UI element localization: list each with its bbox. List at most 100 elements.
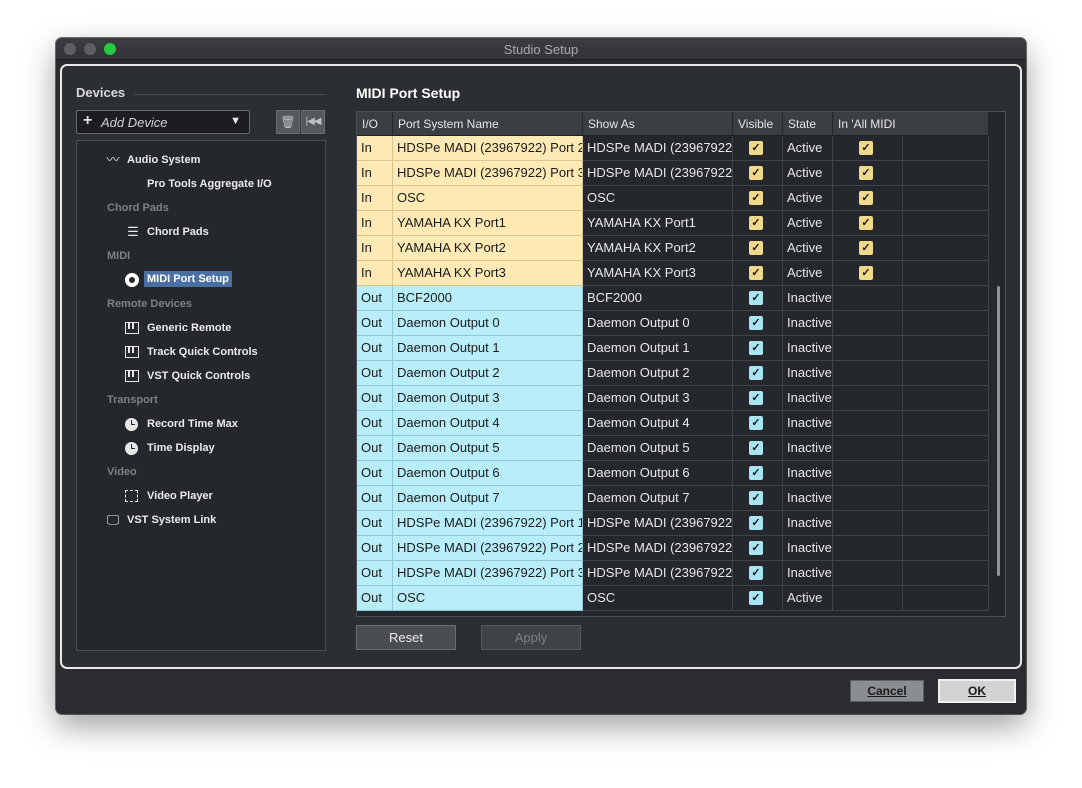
show-as-cell[interactable]: Daemon Output 1 <box>583 336 733 361</box>
visible-checkbox[interactable]: ✓ <box>749 416 763 430</box>
show-as-cell[interactable]: OSC <box>583 586 733 611</box>
tree-item[interactable]: 〰 Audio System <box>77 149 325 171</box>
table-row[interactable]: Out OSC OSC ✓ Active <box>357 586 989 611</box>
column-header[interactable]: Port System Name <box>393 112 583 136</box>
all-midi-checkbox[interactable]: ✓ <box>859 241 873 255</box>
show-as-cell[interactable]: Daemon Output 5 <box>583 436 733 461</box>
show-as-cell[interactable]: Daemon Output 0 <box>583 311 733 336</box>
table-row[interactable]: Out HDSPe MADI (23967922) Port 1 HDSPe MAD… <box>357 511 989 536</box>
tree-category: Video <box>77 461 325 483</box>
ok-button[interactable]: OK <box>938 679 1016 703</box>
show-as-cell[interactable]: Daemon Output 3 <box>583 386 733 411</box>
io-cell: Out <box>357 361 393 386</box>
column-header[interactable]: Show As <box>583 112 733 136</box>
tree-item[interactable]: VST Quick Controls <box>77 365 325 387</box>
visible-checkbox[interactable]: ✓ <box>749 216 763 230</box>
tree-item[interactable]: MIDI Port Setup <box>77 269 325 291</box>
visible-checkbox[interactable]: ✓ <box>749 291 763 305</box>
visible-cell: ✓ <box>733 161 783 186</box>
visible-checkbox[interactable]: ✓ <box>749 566 763 580</box>
visible-checkbox[interactable]: ✓ <box>749 391 763 405</box>
table-row[interactable]: In YAMAHA KX Port1 YAMAHA KX Port1 ✓ Active ✓ <box>357 211 989 236</box>
tree-item[interactable]: Video Player <box>77 485 325 507</box>
table-row[interactable]: In OSC OSC ✓ Active ✓ <box>357 186 989 211</box>
visible-checkbox[interactable]: ✓ <box>749 491 763 505</box>
visible-checkbox[interactable]: ✓ <box>749 541 763 555</box>
table-row[interactable]: In YAMAHA KX Port2 YAMAHA KX Port2 ✓ Active ✓ <box>357 236 989 261</box>
show-as-cell[interactable]: BCF2000 <box>583 286 733 311</box>
table-row[interactable]: Out Daemon Output 2 Daemon Output 2 ✓ Inacti… <box>357 361 989 386</box>
visible-checkbox[interactable]: ✓ <box>749 241 763 255</box>
column-header[interactable]: In 'All MIDI <box>833 112 989 136</box>
show-as-cell[interactable]: Daemon Output 2 <box>583 361 733 386</box>
cancel-button[interactable]: Cancel <box>850 680 924 702</box>
port-system-name-cell: Daemon Output 2 <box>393 361 583 386</box>
column-header[interactable]: State <box>783 112 833 136</box>
all-midi-cell <box>833 561 903 586</box>
table-row[interactable]: In YAMAHA KX Port3 YAMAHA KX Port3 ✓ Active ✓ <box>357 261 989 286</box>
all-midi-checkbox[interactable]: ✓ <box>859 191 873 205</box>
table-row[interactable]: Out Daemon Output 0 Daemon Output 0 ✓ Inacti… <box>357 311 989 336</box>
table-row[interactable]: In HDSPe MADI (23967922) Port 3 HDSPe MADI… <box>357 161 989 186</box>
all-midi-checkbox[interactable]: ✓ <box>859 141 873 155</box>
tree-item[interactable]: ☰ Chord Pads <box>77 221 325 243</box>
table-row[interactable]: Out Daemon Output 6 Daemon Output 6 ✓ Inacti… <box>357 461 989 486</box>
table-row[interactable]: Out Daemon Output 3 Daemon Output 3 ✓ Inacti… <box>357 386 989 411</box>
visible-checkbox[interactable]: ✓ <box>749 466 763 480</box>
table-row[interactable]: Out HDSPe MADI (23967922) Port 2 HDSPe MAD… <box>357 536 989 561</box>
show-as-cell[interactable]: Daemon Output 6 <box>583 461 733 486</box>
table-row[interactable]: In HDSPe MADI (23967922) Port 2 HDSPe MADI… <box>357 136 989 161</box>
show-as-cell[interactable]: YAMAHA KX Port1 <box>583 211 733 236</box>
all-midi-checkbox[interactable]: ✓ <box>859 166 873 180</box>
visible-checkbox[interactable]: ✓ <box>749 191 763 205</box>
tree-item[interactable]: Record Time Max <box>77 413 325 435</box>
all-midi-checkbox[interactable]: ✓ <box>859 266 873 280</box>
table-row[interactable]: Out HDSPe MADI (23967922) Port 3 HDSPe MAD… <box>357 561 989 586</box>
show-as-cell[interactable]: HDSPe MADI (23967922) Port 3 <box>583 161 733 186</box>
show-as-cell[interactable]: Daemon Output 4 <box>583 411 733 436</box>
tree-item[interactable]: Pro Tools Aggregate I/O <box>77 173 325 195</box>
show-as-cell[interactable]: Daemon Output 7 <box>583 486 733 511</box>
tree-item[interactable]: Track Quick Controls <box>77 341 325 363</box>
table-row[interactable]: Out Daemon Output 7 Daemon Output 7 ✓ Inacti… <box>357 486 989 511</box>
reset-button[interactable]: Reset <box>356 625 456 650</box>
device-tree[interactable]: 〰 Audio System Pro Tools Aggregate I/O Chor… <box>76 140 326 651</box>
table-row[interactable]: Out Daemon Output 5 Daemon Output 5 ✓ Inacti… <box>357 436 989 461</box>
table-row[interactable]: Out Daemon Output 4 Daemon Output 4 ✓ Inacti… <box>357 411 989 436</box>
remove-device-button[interactable]: 🗑 <box>276 110 300 134</box>
show-as-cell[interactable]: HDSPe MADI (23967922) Port 3 <box>583 561 733 586</box>
tree-item[interactable]: 🖵 VST System Link <box>77 509 325 531</box>
visible-checkbox[interactable]: ✓ <box>749 266 763 280</box>
column-header[interactable]: I/O <box>357 112 393 136</box>
table-row[interactable]: Out BCF2000 BCF2000 ✓ Inactive <box>357 286 989 311</box>
all-midi-cell <box>833 411 903 436</box>
tree-item[interactable]: Generic Remote <box>77 317 325 339</box>
show-as-cell[interactable]: HDSPe MADI (23967922) Port 2 <box>583 536 733 561</box>
apply-button[interactable]: Apply <box>481 625 581 650</box>
all-midi-cell: ✓ <box>833 236 903 261</box>
visible-checkbox[interactable]: ✓ <box>749 516 763 530</box>
column-header[interactable]: Visible <box>733 112 783 136</box>
show-as-cell[interactable]: HDSPe MADI (23967922) Port 1 <box>583 511 733 536</box>
table-row[interactable]: Out Daemon Output 1 Daemon Output 1 ✓ Inacti… <box>357 336 989 361</box>
visible-checkbox[interactable]: ✓ <box>749 141 763 155</box>
add-device-dropdown[interactable]: + Add Device ▼ <box>76 110 250 134</box>
show-as-cell[interactable]: YAMAHA KX Port3 <box>583 261 733 286</box>
tree-item-label: VST System Link <box>127 514 217 526</box>
visible-checkbox[interactable]: ✓ <box>749 441 763 455</box>
visible-checkbox[interactable]: ✓ <box>749 366 763 380</box>
vertical-scrollbar[interactable] <box>994 136 1004 614</box>
scrollbar-thumb[interactable] <box>997 286 1000 576</box>
reset-device-button[interactable]: |◀◀ <box>301 110 325 134</box>
visible-checkbox[interactable]: ✓ <box>749 591 763 605</box>
tree-item[interactable]: Time Display <box>77 437 325 459</box>
visible-checkbox[interactable]: ✓ <box>749 166 763 180</box>
all-midi-checkbox[interactable]: ✓ <box>859 216 873 230</box>
visible-checkbox[interactable]: ✓ <box>749 316 763 330</box>
tree-item-label: Record Time Max <box>147 418 238 430</box>
show-as-cell[interactable]: OSC <box>583 186 733 211</box>
all-midi-cell <box>833 311 903 336</box>
show-as-cell[interactable]: YAMAHA KX Port2 <box>583 236 733 261</box>
show-as-cell[interactable]: HDSPe MADI (23967922) Port 2 <box>583 136 733 161</box>
visible-checkbox[interactable]: ✓ <box>749 341 763 355</box>
